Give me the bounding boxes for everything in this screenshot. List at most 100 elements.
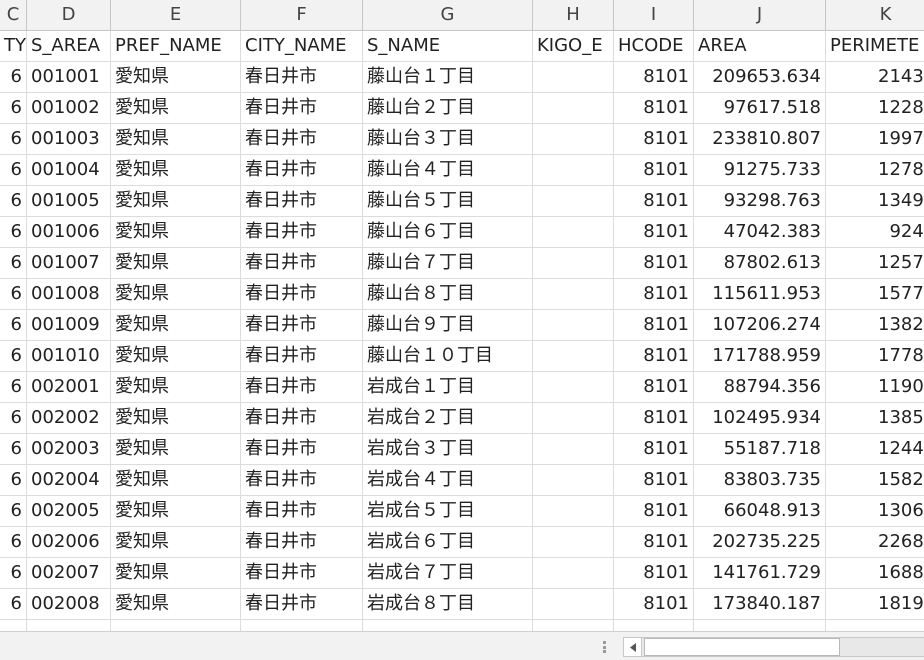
table-cell[interactable]: 春日井市 [241, 527, 363, 558]
table-cell[interactable]: 岩成台５丁目 [363, 496, 533, 527]
table-cell[interactable]: 001010 [27, 341, 111, 372]
table-cell[interactable]: 愛知県 [111, 527, 241, 558]
table-cell[interactable]: 002005 [27, 496, 111, 527]
table-cell[interactable]: 8101 [614, 186, 694, 217]
table-cell[interactable]: 岩成台７丁目 [363, 558, 533, 589]
table-cell[interactable]: 春日井市 [241, 403, 363, 434]
table-cell[interactable]: 8101 [614, 279, 694, 310]
table-cell[interactable]: 002004 [27, 465, 111, 496]
table-cell[interactable]: 002003 [27, 434, 111, 465]
table-cell[interactable]: 8101 [614, 248, 694, 279]
table-cell[interactable]: 愛知県 [111, 93, 241, 124]
table-cell[interactable]: 8101 [614, 558, 694, 589]
table-cell[interactable]: 春日井市 [241, 558, 363, 589]
table-cell[interactable]: 6 [0, 248, 27, 279]
table-cell[interactable] [694, 620, 826, 631]
table-cell[interactable]: 87802.613 [694, 248, 826, 279]
table-cell[interactable]: 8101 [614, 310, 694, 341]
table-cell[interactable]: 6 [0, 434, 27, 465]
column-header-e[interactable]: E [111, 0, 241, 31]
column-header-c[interactable]: C [0, 0, 27, 31]
table-cell[interactable]: 愛知県 [111, 155, 241, 186]
table-cell[interactable]: 83803.735 [694, 465, 826, 496]
table-cell[interactable]: 8101 [614, 217, 694, 248]
table-cell[interactable]: 66048.913 [694, 496, 826, 527]
table-cell[interactable]: 001003 [27, 124, 111, 155]
table-cell[interactable]: 愛知県 [111, 310, 241, 341]
table-cell[interactable]: 2143.1 [826, 62, 924, 93]
field-header-cell[interactable]: S_NAME [363, 31, 533, 62]
table-cell[interactable]: 8101 [614, 62, 694, 93]
table-cell[interactable]: 8101 [614, 465, 694, 496]
table-cell[interactable] [533, 434, 614, 465]
table-cell[interactable]: 藤山台９丁目 [363, 310, 533, 341]
table-cell[interactable]: 924.7 [826, 217, 924, 248]
table-cell[interactable] [533, 186, 614, 217]
field-header-cell[interactable]: PERIMETE [826, 31, 924, 62]
table-cell[interactable]: 藤山台１丁目 [363, 62, 533, 93]
table-cell[interactable]: 愛知県 [111, 465, 241, 496]
table-cell[interactable]: 6 [0, 341, 27, 372]
table-cell[interactable]: 春日井市 [241, 341, 363, 372]
table-cell[interactable] [614, 620, 694, 631]
table-cell[interactable]: 春日井市 [241, 124, 363, 155]
table-cell[interactable]: 002006 [27, 527, 111, 558]
table-cell[interactable]: 6 [0, 279, 27, 310]
table-cell[interactable]: 藤山台３丁目 [363, 124, 533, 155]
table-cell[interactable] [533, 620, 614, 631]
table-cell[interactable]: 002008 [27, 589, 111, 620]
table-cell[interactable]: 6 [0, 589, 27, 620]
table-cell[interactable]: 6 [0, 217, 27, 248]
table-cell[interactable]: 愛知県 [111, 279, 241, 310]
table-cell[interactable]: 1577.8 [826, 279, 924, 310]
column-header-f[interactable]: F [241, 0, 363, 31]
table-cell[interactable]: 1278.4 [826, 155, 924, 186]
column-header-d[interactable]: D [27, 0, 111, 31]
table-cell[interactable]: 6 [0, 496, 27, 527]
column-header-k[interactable]: K [826, 0, 924, 31]
table-cell[interactable]: 001001 [27, 62, 111, 93]
table-cell[interactable]: 8101 [614, 155, 694, 186]
table-cell[interactable]: 愛知県 [111, 124, 241, 155]
table-cell[interactable]: 春日井市 [241, 372, 363, 403]
table-cell[interactable]: 愛知県 [111, 434, 241, 465]
table-cell[interactable]: 6 [0, 186, 27, 217]
table-cell[interactable]: 春日井市 [241, 217, 363, 248]
spreadsheet-grid[interactable]: CDEFGHIJK TY S_AREA PREF_NAME CITY_NAME S_NA… [0, 0, 924, 631]
table-cell[interactable]: 1244.1 [826, 434, 924, 465]
table-cell[interactable]: 1778.6 [826, 341, 924, 372]
table-cell[interactable] [533, 465, 614, 496]
table-cell[interactable]: 愛知県 [111, 217, 241, 248]
field-header-cell[interactable]: TY [0, 31, 27, 62]
table-cell[interactable]: 岩成台４丁目 [363, 465, 533, 496]
table-cell[interactable]: 岩成台８丁目 [363, 589, 533, 620]
table-cell[interactable]: 8101 [614, 496, 694, 527]
table-cell[interactable]: 1582.5 [826, 465, 924, 496]
table-cell[interactable]: 209653.634 [694, 62, 826, 93]
table-cell[interactable] [533, 310, 614, 341]
table-cell[interactable]: 115611.953 [694, 279, 826, 310]
table-cell[interactable]: 春日井市 [241, 186, 363, 217]
table-cell[interactable] [241, 620, 363, 631]
table-cell[interactable]: 春日井市 [241, 310, 363, 341]
table-cell[interactable]: 8101 [614, 372, 694, 403]
table-cell[interactable] [111, 620, 241, 631]
table-cell[interactable]: 97617.518 [694, 93, 826, 124]
table-cell[interactable] [533, 372, 614, 403]
table-cell[interactable]: 8101 [614, 124, 694, 155]
table-cell[interactable]: 8101 [614, 341, 694, 372]
table-cell[interactable] [533, 217, 614, 248]
table-cell[interactable] [533, 589, 614, 620]
field-header-cell[interactable]: S_AREA [27, 31, 111, 62]
table-cell[interactable] [533, 279, 614, 310]
table-cell[interactable]: 藤山台７丁目 [363, 248, 533, 279]
table-cell[interactable]: 愛知県 [111, 341, 241, 372]
table-cell[interactable]: 1190.2 [826, 372, 924, 403]
column-header-h[interactable]: H [533, 0, 614, 31]
table-cell[interactable]: 春日井市 [241, 93, 363, 124]
table-cell[interactable] [826, 620, 924, 631]
table-cell[interactable] [533, 496, 614, 527]
table-cell[interactable]: 8101 [614, 589, 694, 620]
table-cell[interactable]: 春日井市 [241, 589, 363, 620]
table-cell[interactable]: 春日井市 [241, 279, 363, 310]
